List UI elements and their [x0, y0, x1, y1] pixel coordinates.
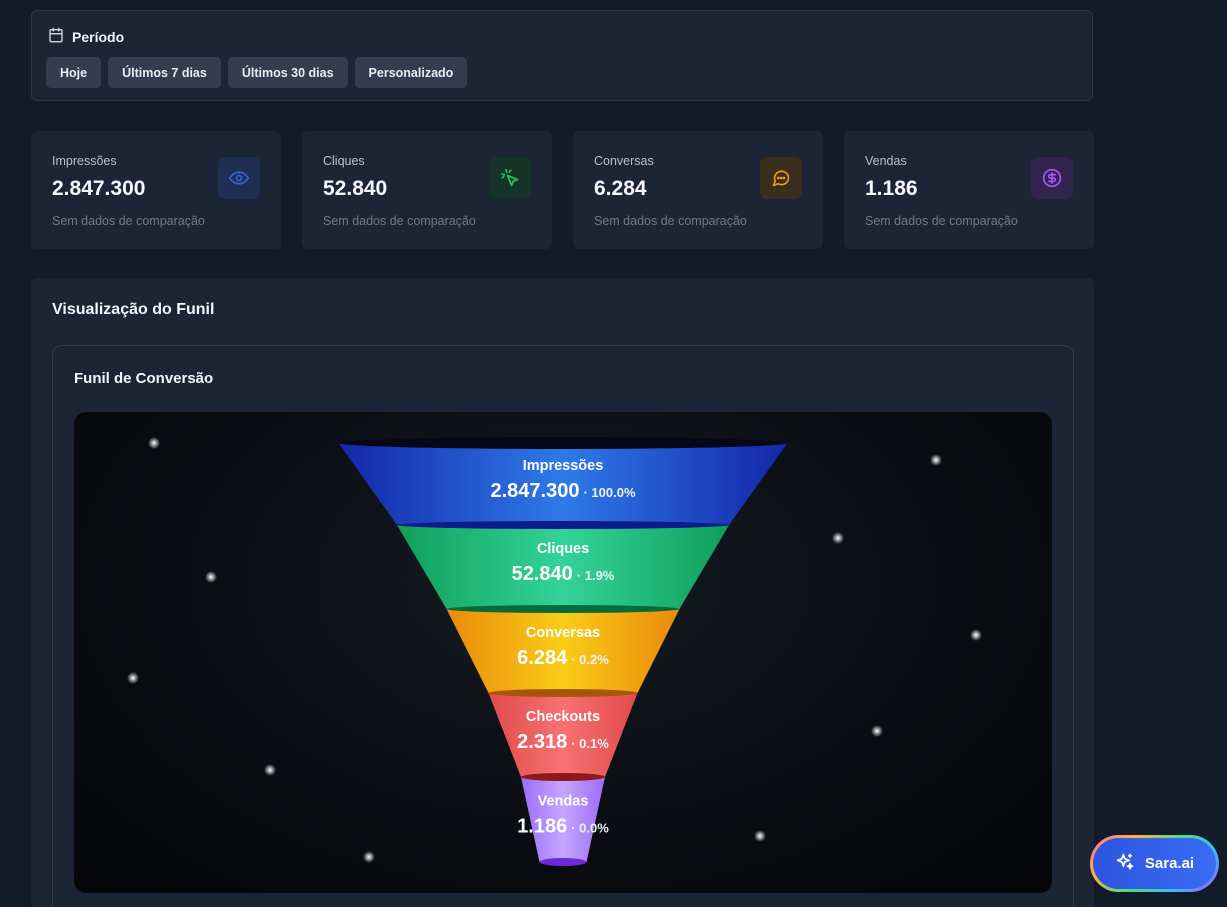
stat-comparison: Sem dados de comparação [594, 214, 747, 228]
period-custom-button[interactable]: Personalizado [354, 57, 468, 88]
stat-label: Vendas [865, 154, 907, 168]
stat-value: 2.847.300 [52, 177, 146, 200]
funnel-visualization: Impressões 2.847.300 · 100.0% Cliques 52.840… [74, 412, 1052, 893]
stat-label: Conversas [594, 154, 654, 168]
dashboard-page: Período Hoje Últimos 7 dias Últimos 30 d… [0, 0, 1227, 907]
funnel-card: Funil de Conversão Impressões 2.847.300 · … [52, 345, 1074, 907]
star-dot [930, 454, 942, 466]
cursor-click-icon [489, 157, 531, 199]
stat-card-clicks: Cliques 52.840 Sem dados de comparação [302, 131, 552, 249]
funnel-stage-value: 1.186 [517, 816, 567, 838]
funnel-stage-rim [338, 437, 788, 449]
stat-comparison: Sem dados de comparação [865, 214, 1018, 228]
star-dot [148, 437, 160, 449]
period-title: Período [72, 28, 125, 45]
star-dot [970, 629, 982, 641]
sara-ai-button[interactable]: Sara.ai [1090, 835, 1219, 892]
funnel-stage-label: Checkouts [526, 709, 600, 725]
funnel-stage-label: Conversas [526, 625, 600, 641]
stat-value: 52.840 [323, 177, 388, 200]
funnel-stage-percent: · 0.0% [571, 821, 609, 836]
period-7-days-button[interactable]: Últimos 7 dias [108, 57, 221, 88]
funnel-bottom-rim [539, 858, 587, 866]
star-dot [754, 830, 766, 842]
star-dot [832, 532, 844, 544]
sparkles-icon [1115, 852, 1135, 876]
funnel-stage-rim [521, 773, 605, 781]
funnel-title: Funil de Conversão [74, 370, 214, 387]
funnel-stage-value: 2.318 [517, 731, 567, 753]
star-dot [871, 725, 883, 737]
stat-comparison: Sem dados de comparação [52, 214, 205, 228]
period-header: Período [48, 27, 124, 46]
stat-label: Impressões [52, 154, 117, 168]
calendar-icon [48, 27, 64, 46]
funnel-stage-percent: · 0.2% [571, 652, 609, 667]
funnel-stage-label: Impressões [523, 458, 604, 474]
stat-comparison: Sem dados de comparação [323, 214, 476, 228]
star-dot [363, 851, 375, 863]
funnel-stage-value: 2.847.300 [490, 480, 579, 502]
period-today-button[interactable]: Hoje [46, 57, 102, 88]
funnel-stage-value: 6.284 [517, 647, 568, 669]
funnel-stage-rim [446, 605, 680, 613]
star-dot [264, 764, 276, 776]
star-dot [127, 672, 139, 684]
funnel-stage-rim [397, 521, 729, 529]
funnel-section: Visualização do Funil Funil de Conversão… [31, 278, 1094, 907]
sara-ai-button-inner[interactable]: Sara.ai [1093, 838, 1216, 889]
star-dot [205, 571, 217, 583]
stat-card-sales: Vendas 1.186 Sem dados de comparação [844, 131, 1094, 249]
funnel-stage-value: 52.840 [512, 563, 573, 585]
dollar-circle-icon [1031, 157, 1073, 199]
section-title: Visualização do Funil [52, 301, 215, 318]
stat-label: Cliques [323, 154, 365, 168]
period-30-days-button[interactable]: Últimos 30 dias [227, 57, 348, 88]
funnel-stage-percent: · 1.9% [577, 568, 615, 583]
funnel-chart: Impressões 2.847.300 · 100.0% Cliques 52.840… [127, 437, 982, 866]
stat-card-impressions: Impressões 2.847.300 Sem dados de compar… [31, 131, 281, 249]
funnel-stage-percent: · 100.0% [583, 485, 635, 500]
stat-card-conversations: Conversas 6.284 Sem dados de comparação [573, 131, 823, 249]
message-circle-icon [760, 157, 802, 199]
funnel-stage-label: Cliques [537, 541, 589, 557]
eye-icon [218, 157, 260, 199]
funnel-stage-rim [488, 689, 638, 697]
sara-ai-label: Sara.ai [1144, 855, 1195, 872]
period-options: Hoje Últimos 7 dias Últimos 30 dias Pers… [46, 57, 468, 88]
funnel-stage-percent: · 0.1% [571, 736, 609, 751]
funnel-stage-label: Vendas [538, 794, 589, 810]
stat-value: 1.186 [865, 177, 918, 200]
stat-value: 6.284 [594, 177, 647, 200]
period-card: Período Hoje Últimos 7 dias Últimos 30 d… [31, 10, 1093, 101]
